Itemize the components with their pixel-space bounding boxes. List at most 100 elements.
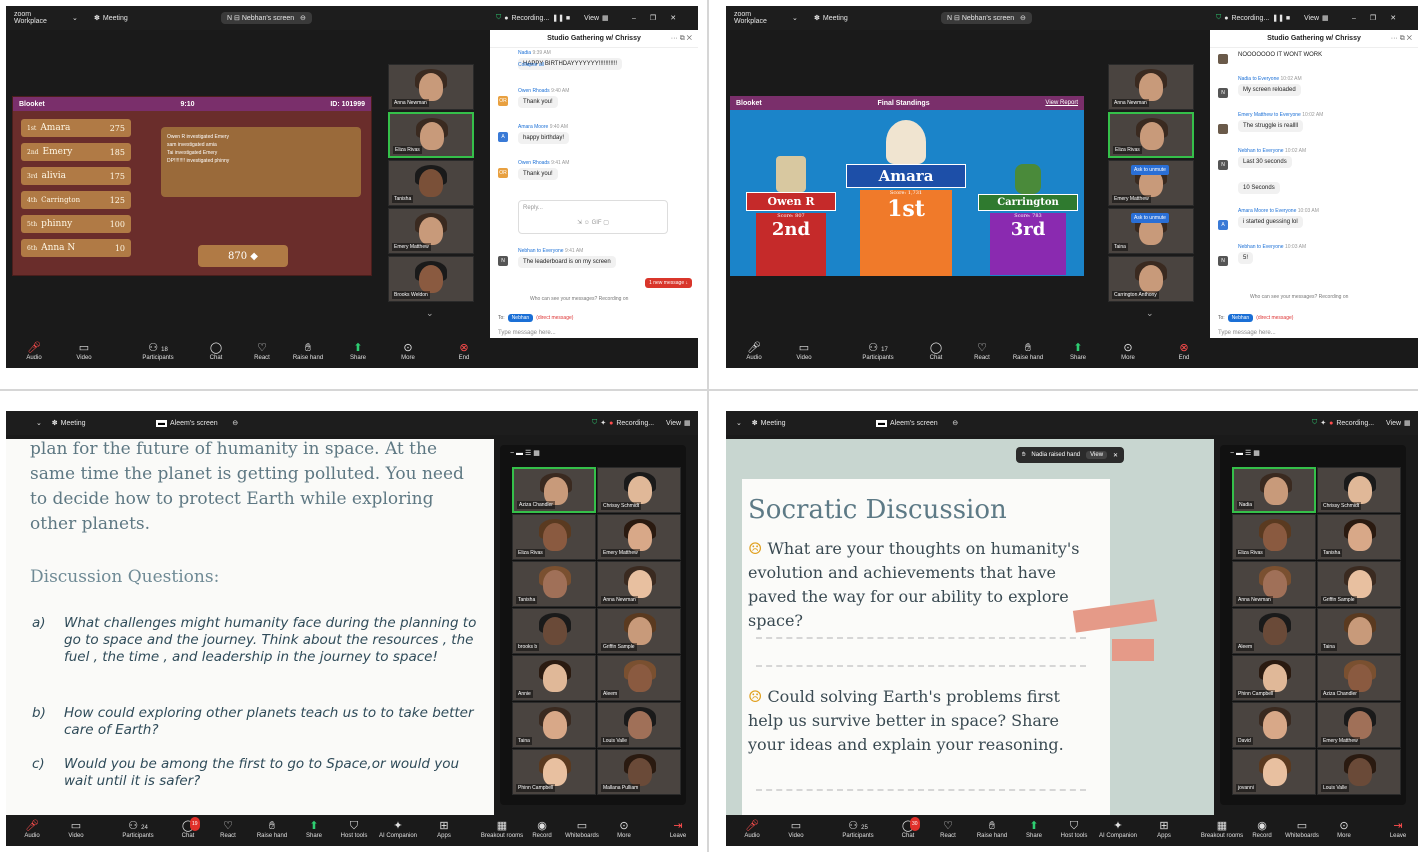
video-tile[interactable]: Tanisha <box>388 160 474 206</box>
raise-hand-button[interactable]: ✋︎ Raise hand <box>286 341 330 361</box>
video-tile[interactable]: Eliza Rivas <box>1232 514 1316 560</box>
video-tile[interactable]: Taina Ask to unmute <box>1108 208 1194 254</box>
participants-button[interactable]: ⚇ 18 Participants <box>136 341 180 361</box>
video-button[interactable]: ▭ Video <box>62 341 106 361</box>
more-button[interactable]: ⊙ More <box>1324 819 1364 839</box>
end-button[interactable]: ⊗ End <box>442 341 486 361</box>
video-tile[interactable]: Griffin Sample <box>597 608 681 654</box>
react-button[interactable]: ♡ React <box>928 819 968 839</box>
video-tile[interactable]: Mallana Pulliam <box>597 749 681 795</box>
audio-button[interactable]: 🎤︎ Audio <box>732 341 776 361</box>
screen-share-label[interactable]: ▬ Aleem's screen ⊖ <box>876 411 958 435</box>
react-button[interactable]: ♡ React <box>208 819 248 839</box>
ai-companion-button[interactable]: ✦ AI Companion <box>378 819 418 839</box>
new-message-button[interactable]: 1 new message ↓ <box>645 278 692 288</box>
who-can-see-link[interactable]: Who can see your messages? Recording on <box>530 296 628 302</box>
meeting-info[interactable]: ✽ Meeting <box>94 6 128 30</box>
meeting-info[interactable]: ⌄ ✽ Meeting <box>36 411 86 435</box>
video-tile[interactable]: Chrissy Schmidt <box>1317 467 1401 513</box>
gallery-view-controls[interactable]: − ▬ ☰ ▦ <box>1230 449 1260 457</box>
view-button[interactable]: View ▦ <box>666 411 691 435</box>
view-button[interactable]: View ▦ <box>584 6 609 30</box>
video-tile[interactable]: Aleem <box>597 655 681 701</box>
screen-share-label[interactable]: N ⊟ Nebhan's screen ⊖ <box>221 6 312 30</box>
video-button[interactable]: ▭ Video <box>782 341 826 361</box>
chat-actions-icon[interactable]: ··· ⧉ ✕ <box>671 35 692 43</box>
raise-hand-button[interactable]: ✋︎ Raise hand <box>972 819 1012 839</box>
screen-share-label[interactable]: N ⊟ Nebhan's screen ⊖ <box>941 6 1032 30</box>
recipient-row[interactable]: To: Nebhan (direct message) <box>1218 314 1293 322</box>
chevron-down-icon[interactable]: ⌄ <box>792 6 798 30</box>
view-report-link[interactable]: View Report <box>1045 100 1078 106</box>
video-button[interactable]: ▭ Video <box>776 819 816 839</box>
audio-button[interactable]: 🎤︎ Audio <box>12 819 52 839</box>
share-button[interactable]: ⬆ Share <box>1056 341 1100 361</box>
ask-to-unmute-button[interactable]: Ask to unmute <box>1131 165 1169 175</box>
meeting-info[interactable]: ✽ Meeting <box>814 6 848 30</box>
message-input[interactable]: Type message here... <box>1218 330 1276 336</box>
video-tile[interactable]: Emery Matthew <box>388 208 474 254</box>
video-tile[interactable]: Aleem <box>1232 608 1316 654</box>
video-tile[interactable]: Anna Newman <box>597 561 681 607</box>
video-tile[interactable]: Aziza Chandler <box>512 467 596 513</box>
chevron-down-icon[interactable]: ⌄ <box>426 308 434 319</box>
chat-button[interactable]: ◯ 30 Chat <box>888 817 928 839</box>
recording-status[interactable]: ⛉ ✦ ● Recording... <box>592 411 654 435</box>
window-controls[interactable]: – ❐ ✕ <box>1352 6 1396 30</box>
whiteboards-button[interactable]: ▭ Whiteboards <box>562 819 602 839</box>
raise-hand-button[interactable]: ✋︎ Raise hand <box>1006 341 1050 361</box>
end-button[interactable]: ⊗ End <box>1162 341 1206 361</box>
video-tile[interactable]: Anna Newman <box>388 64 474 110</box>
breakout-rooms-button[interactable]: ▦ Breakout rooms <box>476 819 528 839</box>
more-button[interactable]: ⊙ More <box>1106 341 1150 361</box>
video-tile[interactable]: Phinn Campbell <box>512 749 596 795</box>
record-button[interactable]: ◉ Record <box>1242 819 1282 839</box>
audio-button[interactable]: 🎤︎ Audio <box>732 819 772 839</box>
video-tile[interactable]: Anna Newman <box>1108 64 1194 110</box>
share-button[interactable]: ⬆ Share <box>336 341 380 361</box>
chevron-down-icon[interactable]: ⌄ <box>72 6 78 30</box>
meeting-info[interactable]: ⌄ ✽ Meeting <box>736 411 786 435</box>
message-input[interactable]: Type message here... <box>498 330 556 336</box>
chevron-down-icon[interactable]: ⌄ <box>1146 308 1154 319</box>
react-button[interactable]: ♡ React <box>240 341 284 361</box>
video-tile[interactable]: Anna Newman <box>1232 561 1316 607</box>
participants-button[interactable]: ⚇ 17 Participants <box>856 341 900 361</box>
video-tile[interactable]: Louis Valle <box>597 702 681 748</box>
share-button[interactable]: ⬆ Share <box>294 819 334 839</box>
apps-button[interactable]: ⊞ Apps <box>424 819 464 839</box>
video-tile[interactable]: Eliza Rivas <box>388 112 474 158</box>
whiteboards-button[interactable]: ▭ Whiteboards <box>1282 819 1322 839</box>
who-can-see-link[interactable]: Who can see your messages? Recording on <box>1250 294 1348 300</box>
view-button[interactable]: View ▦ <box>1304 6 1329 30</box>
recording-status[interactable]: ⛉ ● Recording... ❚❚ ■ <box>1216 6 1290 30</box>
video-tile[interactable]: Louis Valle <box>1317 749 1401 795</box>
video-tile[interactable]: Annie <box>512 655 596 701</box>
host-tools-button[interactable]: ⛉ Host tools <box>1054 819 1094 839</box>
breakout-rooms-button[interactable]: ▦ Breakout rooms <box>1196 819 1248 839</box>
react-button[interactable]: ♡ React <box>960 341 1004 361</box>
more-button[interactable]: ⊙ More <box>604 819 644 839</box>
recipient-row[interactable]: To: Nebhan (direct message) <box>498 314 573 322</box>
video-tile[interactable]: Nadia <box>1232 467 1316 513</box>
video-tile[interactable]: Tanisha <box>512 561 596 607</box>
video-tile[interactable]: Tanisha <box>1317 514 1401 560</box>
video-tile[interactable]: brooks b <box>512 608 596 654</box>
reply-box[interactable]: Reply... ⇲ ☺ GIF ▢ <box>518 200 668 234</box>
leave-button[interactable]: ⇥ Leave <box>658 819 698 839</box>
view-hand-button[interactable]: View <box>1086 451 1108 459</box>
participants-button[interactable]: ⚇ 24 Participants <box>118 819 158 839</box>
recording-status[interactable]: ⛉ ● Recording... ❚❚ ■ <box>496 6 570 30</box>
raise-hand-button[interactable]: ✋︎ Raise hand <box>252 819 292 839</box>
view-button[interactable]: View ▦ <box>1386 411 1411 435</box>
video-tile[interactable]: Emery Matthew <box>597 514 681 560</box>
video-button[interactable]: ▭ Video <box>56 819 96 839</box>
video-tile[interactable]: Taina <box>1317 608 1401 654</box>
apps-button[interactable]: ⊞ Apps <box>1144 819 1184 839</box>
audio-button[interactable]: 🎤︎ Audio <box>12 341 56 361</box>
screen-share-label[interactable]: ▬ Aleem's screen ⊖ <box>156 411 238 435</box>
video-tile[interactable]: Chrissy Schmidt <box>597 467 681 513</box>
participants-button[interactable]: ⚇ 25 Participants <box>838 819 878 839</box>
video-tile[interactable]: Brooks Weldon <box>388 256 474 302</box>
recording-status[interactable]: ⛉ ✦ ● Recording... <box>1312 411 1374 435</box>
